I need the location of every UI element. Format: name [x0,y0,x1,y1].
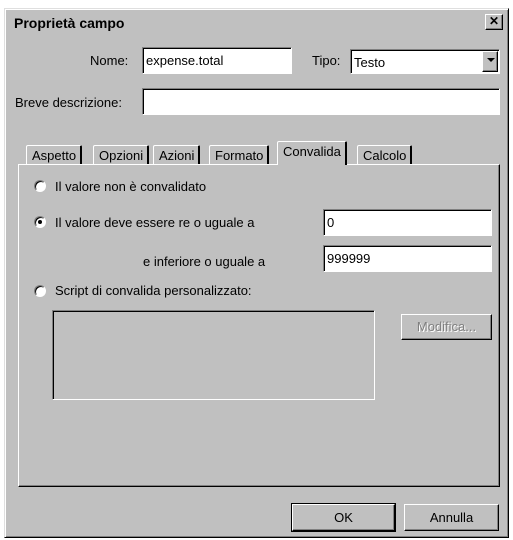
tab-formato[interactable]: Formato [209,145,270,165]
ok-button[interactable]: OK [291,503,396,532]
type-select-value: Testo [354,55,386,70]
max-value-input[interactable]: 999999 [323,245,492,272]
tab-opzioni[interactable]: Opzioni [93,145,150,165]
radio-range-validation[interactable] [34,216,46,228]
min-value-input[interactable]: 0 [323,209,492,236]
title-bar: Proprietà campo ✕ [8,12,505,34]
tab-convalida[interactable]: Convalida [277,141,347,165]
tab-azioni[interactable]: Azioni [153,145,201,165]
description-input[interactable] [142,88,500,115]
no-validation-label: Il valore non è convalidato [55,179,207,194]
close-icon[interactable]: ✕ [485,14,503,30]
cancel-button[interactable]: Annulla [404,504,499,531]
name-input[interactable]: expense.total [142,47,292,74]
type-select[interactable]: Testo [350,49,500,74]
type-label: Tipo: [312,53,341,68]
radio-no-validation[interactable] [34,180,46,192]
edit-script-button[interactable]: Modifica... [401,314,492,340]
description-label: Breve descrizione: [15,95,122,110]
radio-custom-script[interactable] [34,285,46,297]
max-value-label: e inferiore o uguale a [143,254,266,269]
name-label: Nome: [90,53,129,68]
range-validation-label: Il valore deve essere re o uguale a [55,215,255,230]
script-preview-box [52,310,375,400]
tab-aspetto[interactable]: Aspetto [26,145,83,165]
tab-calcolo[interactable]: Calcolo [357,145,413,165]
radio-selected-dot [38,220,42,224]
chevron-down-icon[interactable] [482,51,498,72]
dialog-title: Proprietà campo [14,15,125,31]
custom-script-label: Script di convalida personalizzato: [55,283,252,298]
